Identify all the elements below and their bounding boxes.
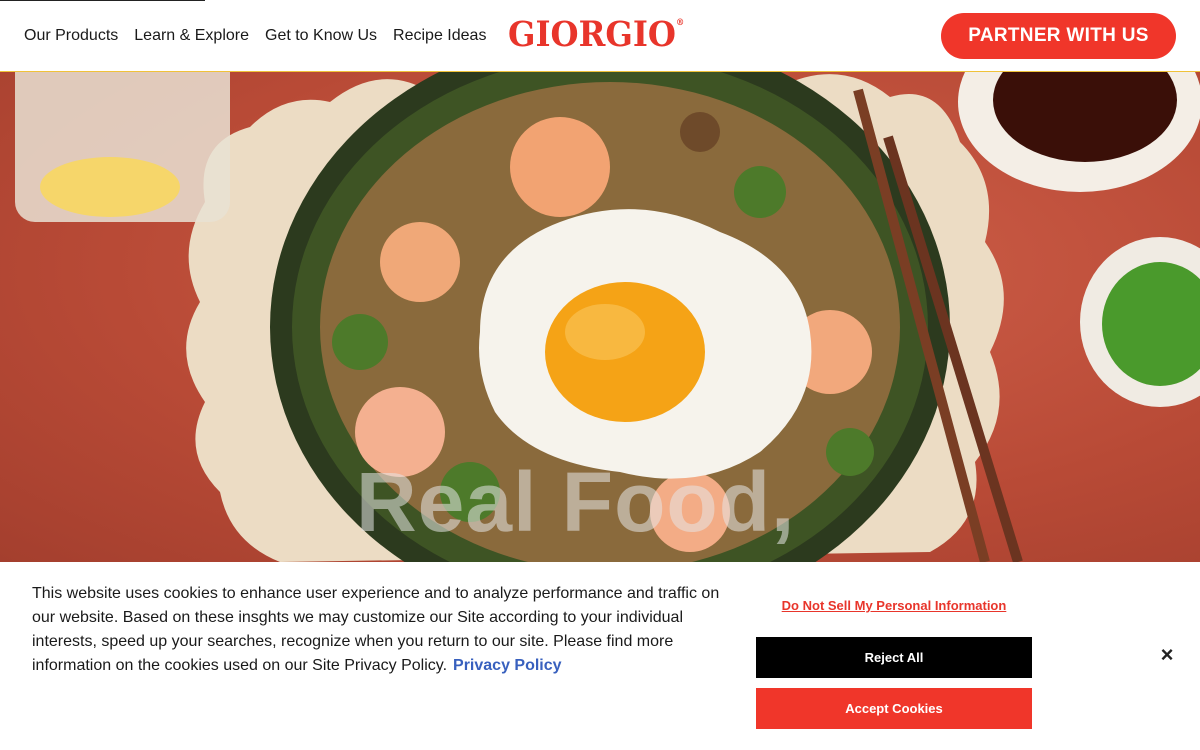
cookie-text: This website uses cookies to enhance use…	[32, 582, 732, 678]
accept-cookies-button[interactable]: Accept Cookies	[756, 688, 1032, 729]
partner-with-us-button[interactable]: PARTNER WITH US	[941, 13, 1176, 59]
cookie-message: This website uses cookies to enhance use…	[32, 585, 720, 674]
topping	[510, 117, 610, 217]
reject-all-button[interactable]: Reject All	[756, 637, 1032, 678]
topping	[734, 166, 786, 218]
nav-recipe-ideas[interactable]: Recipe Ideas	[393, 27, 486, 45]
main-nav: Our Products Learn & Explore Get to Know…	[24, 27, 502, 45]
close-icon[interactable]: ×	[1156, 644, 1178, 666]
topping	[680, 112, 720, 152]
hero-title: Real Food,	[356, 455, 796, 549]
privacy-policy-link[interactable]: Privacy Policy	[453, 657, 562, 674]
top-divider	[0, 0, 205, 1]
site-header: Our Products Learn & Explore Get to Know…	[0, 0, 1200, 72]
hero-banner: Real Food,	[0, 72, 1200, 562]
registered-mark: ®	[675, 18, 685, 28]
giorgio-logo[interactable]: GIORGIO®	[508, 14, 684, 55]
egg-yolk-shine	[565, 304, 645, 360]
do-not-sell-link[interactable]: Do Not Sell My Personal Information	[756, 598, 1032, 613]
lemon-slice	[40, 157, 180, 217]
topping	[332, 314, 388, 370]
cookie-banner: This website uses cookies to enhance use…	[0, 562, 1200, 750]
topping	[380, 222, 460, 302]
nav-get-to-know-us[interactable]: Get to Know Us	[265, 27, 377, 45]
nav-our-products[interactable]: Our Products	[24, 27, 118, 45]
logo-text: GIORGIO	[508, 14, 676, 55]
nav-learn-explore[interactable]: Learn & Explore	[134, 27, 249, 45]
